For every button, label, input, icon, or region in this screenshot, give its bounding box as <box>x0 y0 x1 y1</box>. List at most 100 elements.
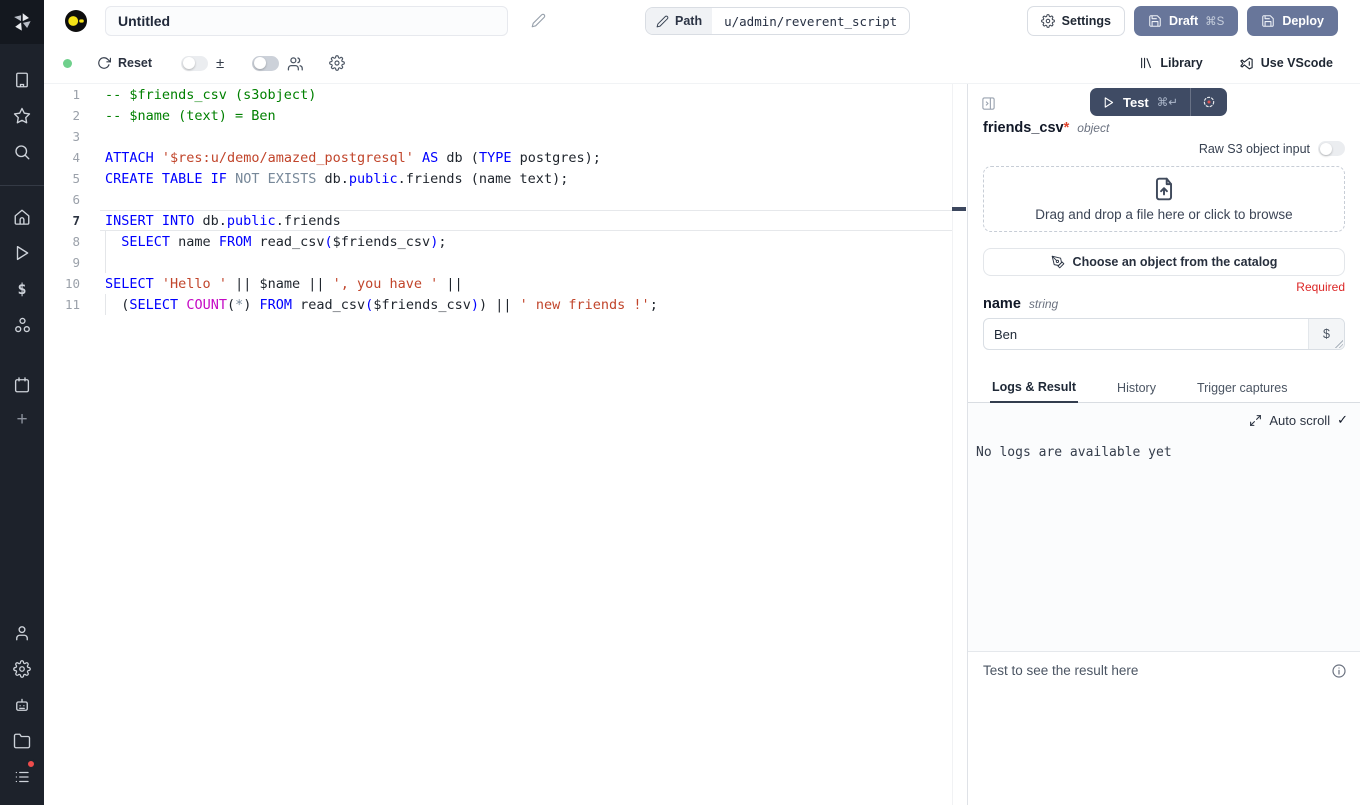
workspace-switcher-icon[interactable] <box>0 66 44 94</box>
arg-type: string <box>1029 297 1058 311</box>
line-text: SELECT 'Hello ' || $name || ', you have … <box>80 276 463 292</box>
code-line[interactable]: 2-- $name (text) = Ben <box>44 105 967 126</box>
line-number: 5 <box>44 171 80 186</box>
settings-label: Settings <box>1062 14 1111 28</box>
catalog-pen-icon <box>1051 255 1065 269</box>
capture-button[interactable] <box>1191 88 1227 116</box>
notification-dot <box>26 759 36 769</box>
required-asterisk: * <box>1064 120 1070 136</box>
settings-gear-icon <box>1041 14 1055 28</box>
settings-gear-icon[interactable] <box>0 655 44 683</box>
resize-grip[interactable] <box>1335 340 1343 348</box>
line-number: 3 <box>44 129 80 144</box>
use-vscode-button[interactable]: Use VScode <box>1239 56 1333 71</box>
line-number: 8 <box>44 234 80 249</box>
path-edit-section[interactable]: Path <box>646 8 712 34</box>
title-edit-pencil-icon[interactable] <box>531 13 546 28</box>
queues-list-icon[interactable] <box>0 763 44 791</box>
workers-robot-icon[interactable] <box>0 691 44 719</box>
scrollbar-track[interactable] <box>952 84 953 805</box>
code-line[interactable]: 3 <box>44 126 967 147</box>
code-line[interactable]: 9 <box>44 252 967 273</box>
info-icon[interactable] <box>1331 663 1347 679</box>
result-panel: Test to see the result here <box>968 651 1360 805</box>
script-title-input[interactable]: Untitled <box>105 6 508 36</box>
user-icon[interactable] <box>0 619 44 647</box>
line-text: INSERT INTO db.public.friends <box>80 213 341 229</box>
raw-s3-row: Raw S3 object input <box>1199 141 1345 156</box>
settings-button[interactable]: Settings <box>1027 6 1125 36</box>
plus-minus-label: ± <box>216 55 224 72</box>
file-dropzone[interactable]: Drag and drop a file here or click to br… <box>983 166 1345 232</box>
variables-dollar-icon[interactable]: $ <box>0 275 44 303</box>
required-label: Required <box>1296 280 1345 294</box>
arg-type: object <box>1077 121 1109 135</box>
name-input-wrap: $ <box>983 318 1345 350</box>
dollar-label: $ <box>1323 327 1330 341</box>
multiplayer-toggle[interactable] <box>252 56 279 71</box>
code-line[interactable]: 6 <box>44 189 967 210</box>
collapse-panel-icon[interactable] <box>981 96 996 111</box>
upload-file-icon <box>1151 176 1177 202</box>
line-number: 2 <box>44 108 80 123</box>
line-number: 6 <box>44 192 80 207</box>
test-shortcut: ⌘↵ <box>1157 95 1178 109</box>
favorites-star-icon[interactable] <box>0 102 44 130</box>
line-number: 7 <box>44 213 80 228</box>
scrollbar-cursor-marker <box>952 207 966 211</box>
code-line[interactable]: 10SELECT 'Hello ' || $name || ', you hav… <box>44 273 967 294</box>
choose-object-label: Choose an object from the catalog <box>1073 255 1278 269</box>
home-icon[interactable] <box>0 203 44 231</box>
path-button[interactable]: Path u/admin/reverent_script <box>645 7 910 35</box>
tab-logs-result[interactable]: Logs & Result <box>990 380 1078 403</box>
raw-s3-toggle[interactable] <box>1318 141 1345 156</box>
sidebar-divider <box>0 185 44 186</box>
variable-picker-button[interactable]: $ <box>1308 319 1344 349</box>
tab-history[interactable]: History <box>1115 381 1158 402</box>
reset-icon <box>97 56 111 70</box>
folders-icon[interactable] <box>0 727 44 755</box>
path-label: Path <box>675 14 702 28</box>
code-line[interactable]: 8 SELECT name FROM read_csv($friends_csv… <box>44 231 967 252</box>
code-line[interactable]: 5CREATE TABLE IF NOT EXISTS db.public.fr… <box>44 168 967 189</box>
editor-settings-gear-icon[interactable] <box>329 55 345 71</box>
line-number: 9 <box>44 255 80 270</box>
name-input[interactable] <box>984 319 1308 349</box>
play-icon <box>1102 96 1115 109</box>
schedules-calendar-icon[interactable] <box>0 371 44 399</box>
library-button[interactable]: Library <box>1139 56 1202 70</box>
resources-icon[interactable] <box>0 311 44 339</box>
search-icon[interactable] <box>0 138 44 166</box>
arg-name: friends_csv* <box>983 120 1069 136</box>
test-panel: Test ⌘↵ friends_csv* object Raw S3 objec… <box>968 84 1360 805</box>
arg-name: name <box>983 296 1021 312</box>
tab-trigger-captures[interactable]: Trigger captures <box>1195 381 1290 402</box>
reset-button[interactable]: Reset <box>97 56 152 70</box>
code-line[interactable]: 1-- $friends_csv (s3object) <box>44 84 967 105</box>
diff-toggle[interactable] <box>181 56 208 71</box>
editor-toolbar: Reset ± Library Use VScode <box>44 42 1360 84</box>
library-label: Library <box>1160 56 1202 70</box>
line-number: 4 <box>44 150 80 165</box>
panel-tabs: Logs & Result History Trigger captures <box>968 377 1360 403</box>
dropzone-text: Drag and drop a file here or click to br… <box>1035 207 1292 222</box>
top-header: Untitled Path u/admin/reverent_script Se… <box>44 0 1360 84</box>
draft-shortcut: ⌘S <box>1205 14 1224 28</box>
draft-button[interactable]: Draft ⌘S <box>1134 6 1238 36</box>
code-line[interactable]: 11 (SELECT COUNT(*) FROM read_csv($frien… <box>44 294 967 315</box>
reset-label: Reset <box>118 56 152 70</box>
expand-icon <box>1249 414 1262 427</box>
code-line[interactable]: 7INSERT INTO db.public.friends <box>44 210 967 231</box>
code-lines[interactable]: 1-- $friends_csv (s3object)2-- $name (te… <box>44 84 967 315</box>
windmill-logo[interactable] <box>0 0 44 44</box>
deploy-button[interactable]: Deploy <box>1247 6 1338 36</box>
script-title-value: Untitled <box>118 13 170 29</box>
add-plus-icon[interactable]: + <box>0 406 44 434</box>
choose-object-button[interactable]: Choose an object from the catalog <box>983 248 1345 276</box>
runs-play-icon[interactable] <box>0 239 44 267</box>
auto-scroll-control[interactable]: Auto scroll ✓ <box>1249 412 1348 428</box>
code-line[interactable]: 4ATTACH '$res:u/demo/amazed_postgresql' … <box>44 147 967 168</box>
test-button[interactable]: Test ⌘↵ <box>1090 88 1227 116</box>
code-editor[interactable]: 1-- $friends_csv (s3object)2-- $name (te… <box>44 84 967 805</box>
checkmark-icon: ✓ <box>1337 412 1348 428</box>
